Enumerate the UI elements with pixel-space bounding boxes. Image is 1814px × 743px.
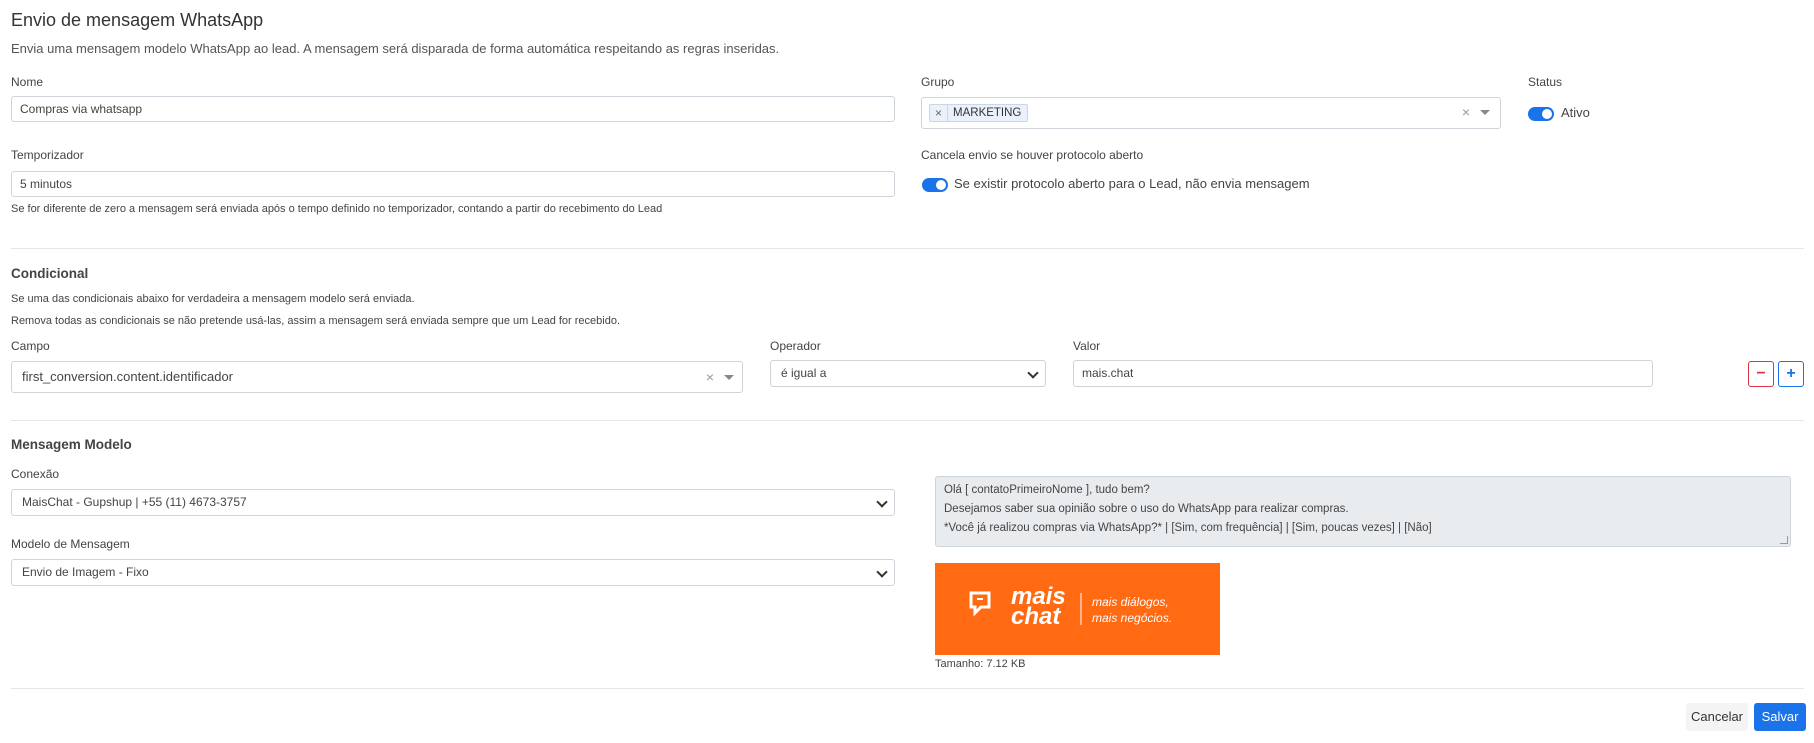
page-subtitle: Envia uma mensagem modelo WhatsApp ao le… <box>11 41 780 56</box>
modelo-value: Envio de Imagem - Fixo <box>22 565 149 579</box>
divider <box>11 688 1804 689</box>
maischat-logo <box>969 591 1082 625</box>
add-condition-button[interactable]: + <box>1778 361 1804 387</box>
caret-down-icon[interactable] <box>724 375 734 380</box>
brand-line-2: chat <box>1011 603 1061 630</box>
nome-label: Nome <box>11 75 44 89</box>
temporizador-input[interactable]: 5 minutos <box>11 171 895 197</box>
conexao-label: Conexão <box>11 467 60 481</box>
mensagem-title: Mensagem Modelo <box>11 437 132 452</box>
clear-icon[interactable]: × <box>1462 105 1470 119</box>
cancela-label: Cancela envio se houver protocolo aberto <box>921 148 1144 162</box>
condicional-title: Condicional <box>11 266 89 281</box>
conexao-value: MaisChat - Gupshup | +55 (11) 4673-3757 <box>22 495 247 509</box>
temporizador-label: Temporizador <box>11 148 84 162</box>
preview-line: Olá [ contatoPrimeiroNome ], tudo bem? <box>944 484 1150 496</box>
campo-select[interactable]: first_conversion.content.identificador × <box>11 361 743 393</box>
cancel-button[interactable]: Cancelar <box>1686 703 1748 731</box>
divider <box>11 248 1804 249</box>
message-image: mais chat mais diálogos, mais negócios. <box>935 563 1220 655</box>
cancela-toggle[interactable] <box>922 178 948 192</box>
valor-label: Valor <box>1073 339 1101 353</box>
size-label: Tamanho: <box>935 658 984 670</box>
resize-grip-icon[interactable] <box>1780 536 1788 544</box>
page-title: Envio de mensagem WhatsApp <box>11 10 264 30</box>
operador-select[interactable]: é igual a <box>770 360 1046 387</box>
grupo-label: Grupo <box>921 75 955 89</box>
modelo-label: Modelo de Mensagem <box>11 537 130 551</box>
chevron-down-icon <box>1027 367 1039 379</box>
condicional-help-2: Remova todas as condicionais se não pret… <box>11 315 621 327</box>
clear-icon[interactable]: × <box>706 370 714 384</box>
tagline-line-2: mais negócios. <box>1092 611 1173 625</box>
remove-condition-button[interactable]: − <box>1748 361 1774 387</box>
save-button[interactable]: Salvar <box>1754 703 1806 731</box>
divider <box>11 420 1804 421</box>
grupo-tag-label: MARKETING <box>953 107 1022 119</box>
campo-label: Campo <box>11 339 50 353</box>
preview-line: *Você já realizou compras via WhatsApp?*… <box>944 522 1432 534</box>
temporizador-help: Se for diferente de zero a mensagem será… <box>11 203 663 215</box>
message-preview: Olá [ contatoPrimeiroNome ], tudo bem? D… <box>935 476 1791 547</box>
minus-icon: − <box>1756 365 1766 382</box>
chat-bubble-icon <box>969 591 991 617</box>
image-size: Tamanho: 7.12 KB <box>935 658 1026 670</box>
grupo-select[interactable]: × MARKETING × <box>921 97 1501 129</box>
campo-value: first_conversion.content.identificador <box>22 369 234 384</box>
cancela-toggle-label: Se existir protocolo aberto para o Lead,… <box>954 176 1310 191</box>
operador-value: é igual a <box>781 366 827 380</box>
preview-line: Desejamos saber sua opinião sobre o uso … <box>944 503 1349 515</box>
chevron-down-icon <box>876 496 888 508</box>
nome-input[interactable]: Compras via whatsapp <box>11 96 895 122</box>
caret-down-icon[interactable] <box>1480 110 1490 115</box>
status-toggle[interactable] <box>1528 107 1554 121</box>
valor-input[interactable]: mais.chat <box>1073 360 1653 387</box>
tagline-line-1: mais diálogos, <box>1092 595 1169 609</box>
tag-remove-icon[interactable]: × <box>930 105 949 121</box>
chevron-down-icon <box>876 566 888 578</box>
condicional-help-1: Se uma das condicionais abaixo for verda… <box>11 293 415 305</box>
modelo-select[interactable]: Envio de Imagem - Fixo <box>11 559 895 586</box>
conexao-select[interactable]: MaisChat - Gupshup | +55 (11) 4673-3757 <box>11 489 895 516</box>
size-value: 7.12 KB <box>986 658 1026 670</box>
grupo-tag[interactable]: × MARKETING <box>929 104 1029 122</box>
operador-label: Operador <box>770 339 821 353</box>
status-toggle-label: Ativo <box>1561 105 1590 120</box>
status-label: Status <box>1528 75 1563 89</box>
plus-icon: + <box>1786 365 1796 382</box>
